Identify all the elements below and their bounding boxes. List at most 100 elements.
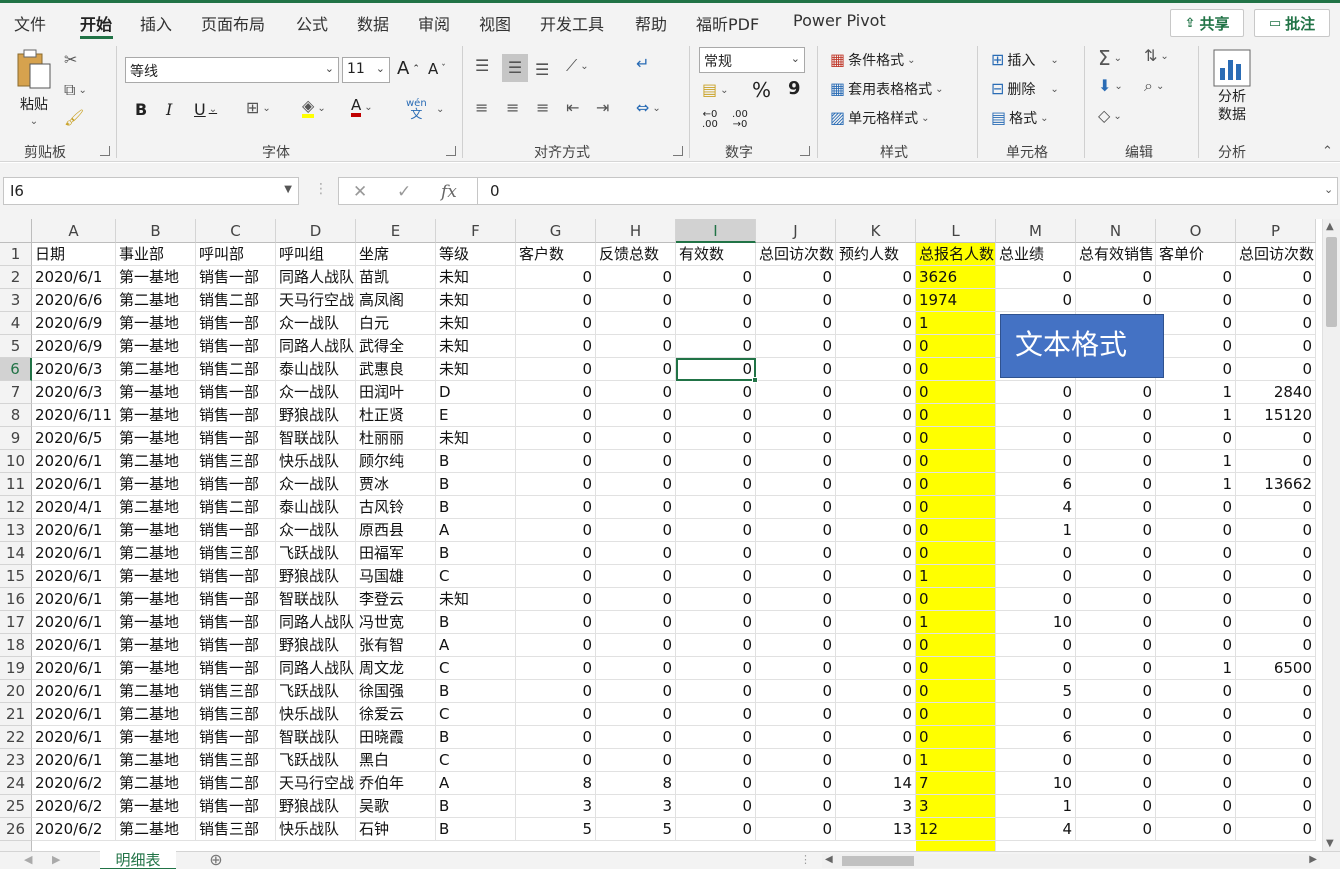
table-cell[interactable]: 0 [596,335,676,358]
next-sheet-icon[interactable]: ▶ [52,853,60,866]
table-cell[interactable]: 徐爱云 [356,703,436,726]
table-cell[interactable]: 0 [996,404,1076,427]
align-top-button[interactable]: ☰ [475,58,489,74]
table-cell[interactable]: 0 [676,519,756,542]
table-cell[interactable]: 0 [676,542,756,565]
table-cell[interactable]: 0 [1236,519,1316,542]
table-cell[interactable]: 0 [756,335,836,358]
table-cell[interactable]: 2020/6/1 [32,634,116,657]
table-cell[interactable]: B [436,542,516,565]
header-cell[interactable]: 等级 [436,243,516,266]
table-cell[interactable]: 0 [596,358,676,381]
conditional-formatting-button[interactable]: ▦ 条件格式 ⌄ [830,50,916,70]
decrease-indent-button[interactable]: ⇤ [566,100,579,116]
table-cell[interactable]: 徐国强 [356,680,436,703]
table-cell[interactable]: 0 [596,450,676,473]
table-cell[interactable]: 销售一部 [196,588,276,611]
table-cell[interactable]: 0 [596,496,676,519]
column-header[interactable]: O [1156,219,1236,243]
table-cell[interactable]: 0 [836,657,916,680]
tab-help[interactable]: 帮助 [635,11,667,35]
table-cell[interactable]: 0 [836,427,916,450]
table-cell[interactable]: 0 [676,450,756,473]
table-cell[interactable]: 2020/6/9 [32,312,116,335]
table-cell[interactable]: 0 [1076,726,1156,749]
table-cell[interactable]: 石钟 [356,818,436,841]
align-bottom-button[interactable]: ☰ [535,62,549,78]
table-cell[interactable]: 0 [596,427,676,450]
table-cell[interactable]: 0 [1076,772,1156,795]
table-cell[interactable]: 0 [996,749,1076,772]
table-cell[interactable]: 0 [1156,611,1236,634]
fill-color-button[interactable]: ◈ ⌄ [302,98,326,118]
table-cell[interactable]: 2020/6/1 [32,749,116,772]
row-header[interactable]: 22 [0,726,32,749]
table-cell[interactable]: 第二基地 [116,749,196,772]
table-cell[interactable]: 0 [1076,818,1156,841]
table-cell[interactable]: 0 [996,266,1076,289]
table-cell[interactable]: 众一战队 [276,312,356,335]
table-cell[interactable]: 0 [516,266,596,289]
table-cell[interactable]: 0 [596,266,676,289]
table-cell[interactable]: 0 [756,726,836,749]
row-header[interactable]: 4 [0,312,32,335]
table-cell[interactable]: 1 [916,749,996,772]
table-cell[interactable]: 同路人战队 [276,335,356,358]
table-cell[interactable]: C [436,565,516,588]
percent-button[interactable]: % [752,78,771,102]
bold-button[interactable]: B [135,100,147,119]
column-header[interactable]: M [996,219,1076,243]
tab-power-pivot[interactable]: Power Pivot [793,11,886,30]
row-header[interactable]: 18 [0,634,32,657]
table-cell[interactable]: 飞跃战队 [276,680,356,703]
table-cell[interactable]: 0 [676,266,756,289]
table-cell[interactable]: 第一基地 [116,726,196,749]
header-cell[interactable]: 反馈总数 [596,243,676,266]
table-cell[interactable]: 2020/6/11 [32,404,116,427]
table-cell[interactable]: 0 [1236,749,1316,772]
table-cell[interactable]: 野狼战队 [276,634,356,657]
table-cell[interactable]: 第二基地 [116,358,196,381]
select-all-corner[interactable] [0,219,32,243]
enter-check-icon[interactable]: ✓ [397,182,411,202]
table-cell[interactable]: 0 [756,634,836,657]
table-cell[interactable]: 未知 [436,312,516,335]
column-header[interactable]: A [32,219,116,243]
table-cell[interactable]: 0 [676,381,756,404]
table-cell[interactable]: 销售三部 [196,749,276,772]
row-header[interactable]: 2 [0,266,32,289]
table-cell[interactable]: 0 [1156,542,1236,565]
borders-button[interactable]: ⊞ ⌄ [246,100,271,116]
table-cell[interactable]: 0 [1076,634,1156,657]
active-cell[interactable]: 0 [676,358,756,381]
table-cell[interactable]: 贾冰 [356,473,436,496]
table-cell[interactable]: 0 [676,818,756,841]
table-cell[interactable]: 销售一部 [196,519,276,542]
table-cell[interactable]: 1 [1156,381,1236,404]
table-cell[interactable]: 销售一部 [196,795,276,818]
table-cell[interactable]: 0 [1236,680,1316,703]
table-cell[interactable]: 第二基地 [116,289,196,312]
table-cell[interactable]: 0 [1076,404,1156,427]
table-cell[interactable]: 0 [916,335,996,358]
tab-formulas[interactable]: 公式 [296,11,328,35]
table-cell[interactable]: 0 [1156,795,1236,818]
table-cell[interactable]: 0 [516,404,596,427]
table-cell[interactable]: 0 [676,657,756,680]
table-cell[interactable]: 0 [836,703,916,726]
drag-handle-icon[interactable]: ⋮ [314,181,328,197]
table-cell[interactable]: 0 [836,381,916,404]
table-cell[interactable]: 原西县 [356,519,436,542]
table-cell[interactable]: 0 [1076,565,1156,588]
table-cell[interactable]: 0 [756,680,836,703]
table-cell[interactable]: 2020/6/1 [32,519,116,542]
horizontal-scroll-thumb[interactable] [842,856,914,866]
table-cell[interactable]: 0 [836,404,916,427]
row-header[interactable]: 21 [0,703,32,726]
table-cell[interactable]: 0 [996,427,1076,450]
table-cell[interactable]: 0 [1156,818,1236,841]
table-cell[interactable]: 未知 [436,588,516,611]
row-header[interactable]: 14 [0,542,32,565]
tab-page-layout[interactable]: 页面布局 [201,11,265,35]
table-cell[interactable]: 0 [836,358,916,381]
